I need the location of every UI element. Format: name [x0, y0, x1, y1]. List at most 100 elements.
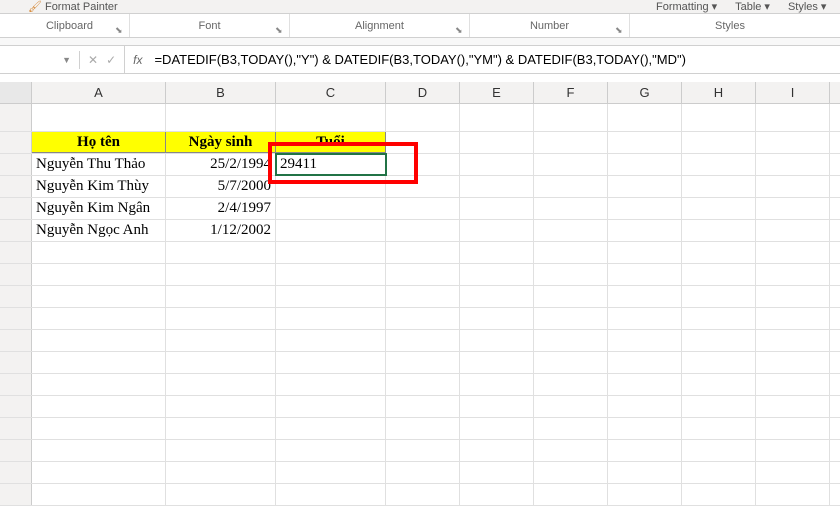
cell[interactable]	[32, 484, 166, 505]
cell[interactable]	[166, 242, 276, 263]
cell[interactable]	[276, 484, 386, 505]
cell[interactable]	[32, 264, 166, 285]
cell[interactable]	[386, 352, 460, 373]
cell[interactable]	[756, 418, 830, 439]
cell[interactable]	[460, 242, 534, 263]
cell[interactable]	[276, 242, 386, 263]
cell[interactable]	[386, 242, 460, 263]
cell[interactable]	[682, 352, 756, 373]
cell[interactable]	[386, 154, 460, 175]
cell[interactable]	[386, 462, 460, 483]
number-launcher-icon[interactable]: ⬊	[615, 25, 625, 35]
cell[interactable]	[682, 176, 756, 197]
cell[interactable]	[460, 440, 534, 461]
column-header-B[interactable]: B	[166, 82, 276, 103]
cell[interactable]	[276, 264, 386, 285]
row-header[interactable]	[0, 220, 32, 241]
row-header[interactable]	[0, 352, 32, 373]
cell[interactable]: Nguyễn Ngọc Anh	[32, 220, 166, 241]
cell[interactable]	[460, 154, 534, 175]
cell[interactable]	[276, 198, 386, 219]
cell[interactable]	[32, 352, 166, 373]
cell[interactable]	[460, 484, 534, 505]
cell[interactable]	[534, 220, 608, 241]
cell[interactable]	[460, 396, 534, 417]
select-all-corner[interactable]	[0, 82, 32, 103]
cell[interactable]	[534, 440, 608, 461]
cell[interactable]	[682, 242, 756, 263]
cell[interactable]	[166, 484, 276, 505]
cell[interactable]	[756, 176, 830, 197]
column-header-A[interactable]: A	[32, 82, 166, 103]
cell[interactable]	[276, 374, 386, 395]
cell[interactable]	[460, 198, 534, 219]
cell[interactable]	[756, 462, 830, 483]
cell[interactable]	[460, 308, 534, 329]
cell[interactable]	[276, 440, 386, 461]
row-header[interactable]	[0, 104, 32, 131]
cell[interactable]	[534, 418, 608, 439]
row-header[interactable]	[0, 418, 32, 439]
cell[interactable]	[166, 286, 276, 307]
cell[interactable]	[32, 440, 166, 461]
cell[interactable]	[608, 484, 682, 505]
row-header[interactable]	[0, 286, 32, 307]
cell[interactable]	[276, 220, 386, 241]
column-header-C[interactable]: C	[276, 82, 386, 103]
cell[interactable]	[756, 242, 830, 263]
cell[interactable]	[166, 418, 276, 439]
row-header[interactable]	[0, 484, 32, 505]
cell[interactable]	[386, 330, 460, 351]
cell[interactable]	[386, 286, 460, 307]
cell[interactable]	[534, 154, 608, 175]
cell[interactable]	[32, 330, 166, 351]
cell[interactable]	[32, 462, 166, 483]
cell[interactable]	[608, 264, 682, 285]
cell[interactable]	[166, 396, 276, 417]
cell[interactable]	[682, 440, 756, 461]
cancel-formula-icon[interactable]: ✕	[88, 53, 98, 67]
cell[interactable]: 1/12/2002	[166, 220, 276, 241]
cell[interactable]	[460, 352, 534, 373]
cell[interactable]	[608, 198, 682, 219]
column-header-I[interactable]: I	[756, 82, 830, 103]
cell[interactable]	[756, 132, 830, 153]
cell[interactable]	[756, 440, 830, 461]
cell[interactable]	[608, 286, 682, 307]
cell[interactable]	[276, 330, 386, 351]
cell[interactable]	[682, 104, 756, 131]
column-header-D[interactable]: D	[386, 82, 460, 103]
cell[interactable]	[756, 484, 830, 505]
cell[interactable]	[166, 308, 276, 329]
cell[interactable]	[756, 220, 830, 241]
header-cell-dob[interactable]: Ngày sinh	[166, 132, 276, 153]
cell[interactable]	[32, 242, 166, 263]
spreadsheet-grid[interactable]: A B C D E F G H I Họ tên Ngày sinh Tuổi	[0, 82, 840, 506]
cell[interactable]	[682, 198, 756, 219]
format-table-button[interactable]: Table ▾	[729, 0, 776, 15]
cell[interactable]	[166, 440, 276, 461]
column-header-E[interactable]: E	[460, 82, 534, 103]
cell[interactable]	[276, 418, 386, 439]
cell[interactable]	[682, 220, 756, 241]
cell[interactable]	[608, 220, 682, 241]
cell[interactable]	[32, 104, 166, 131]
cell[interactable]: Nguyễn Thu Thảo	[32, 154, 166, 175]
cell[interactable]	[756, 396, 830, 417]
cell[interactable]	[682, 154, 756, 175]
cell[interactable]	[682, 264, 756, 285]
column-header-G[interactable]: G	[608, 82, 682, 103]
conditional-formatting-button[interactable]: Formatting ▾	[650, 0, 723, 15]
cell[interactable]: 25/2/1994	[166, 154, 276, 175]
cell[interactable]	[608, 352, 682, 373]
cell[interactable]	[534, 198, 608, 219]
cell[interactable]: Nguyễn Kim Ngân	[32, 198, 166, 219]
cell[interactable]	[386, 396, 460, 417]
cell[interactable]	[534, 462, 608, 483]
cell[interactable]	[386, 220, 460, 241]
cell[interactable]	[608, 330, 682, 351]
cell[interactable]	[166, 330, 276, 351]
cell[interactable]	[756, 104, 830, 131]
row-header[interactable]	[0, 176, 32, 197]
row-header[interactable]	[0, 264, 32, 285]
